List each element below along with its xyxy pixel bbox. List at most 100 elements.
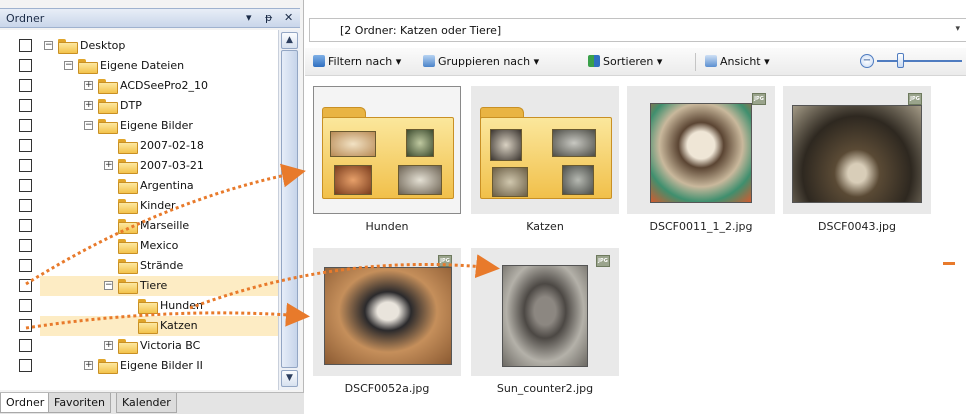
thumbnail-item[interactable]: Katzen xyxy=(471,86,619,246)
folder-checkbox[interactable] xyxy=(19,119,32,132)
folder-checkbox[interactable] xyxy=(19,59,32,72)
thumbnail-item[interactable]: JPG Sun_counter2.jpg xyxy=(471,248,619,408)
collapse-icon[interactable]: − xyxy=(104,281,113,290)
folder-icon xyxy=(118,279,138,294)
tree-item[interactable]: 2007-02-18 xyxy=(40,136,278,156)
folder-checkbox[interactable] xyxy=(19,199,32,212)
tree-item[interactable]: − Eigene Bilder xyxy=(40,116,278,136)
folder-checkbox[interactable] xyxy=(19,139,32,152)
collapse-icon[interactable]: − xyxy=(64,61,73,70)
group-dropdown-icon: ▾ xyxy=(533,55,540,68)
tree-item[interactable]: + DTP xyxy=(40,96,278,116)
folder-icon xyxy=(118,139,138,154)
tree-item[interactable]: Marseille xyxy=(40,216,278,236)
thumbnail-name: Katzen xyxy=(526,220,564,233)
tab-kalender[interactable]: Kalender xyxy=(116,393,177,413)
tree-item[interactable]: Katzen xyxy=(40,316,278,336)
jpg-badge-icon: JPG xyxy=(908,93,922,105)
folder-checkbox[interactable] xyxy=(19,159,32,172)
group-button[interactable]: Gruppieren nach ▾ xyxy=(423,55,539,68)
view-label: Ansicht xyxy=(720,55,761,68)
folder-checkbox[interactable] xyxy=(19,319,32,332)
expand-icon[interactable]: + xyxy=(104,341,113,350)
tree-item[interactable]: Hunden xyxy=(40,296,278,316)
expand-icon[interactable]: + xyxy=(84,361,93,370)
folder-checkbox[interactable] xyxy=(19,279,32,292)
pane-header: Ordner ▾ ᵽ ✕ xyxy=(0,8,300,28)
folder-icon xyxy=(118,199,138,214)
path-dropdown-icon[interactable]: ▾ xyxy=(955,24,960,34)
folder-icon xyxy=(98,119,118,134)
thumbnail-frame: JPG xyxy=(471,248,619,376)
zoom-out-icon[interactable]: − xyxy=(860,54,874,68)
expand-icon[interactable]: + xyxy=(104,161,113,170)
thumbnail-item[interactable]: JPG DSCF0043.jpg xyxy=(783,86,931,246)
folder-checkbox[interactable] xyxy=(19,299,32,312)
thumbnail-frame: JPG xyxy=(627,86,775,214)
zoom-slider-track[interactable] xyxy=(877,60,962,62)
filter-button[interactable]: Filtern nach ▾ xyxy=(313,55,401,68)
thumbnail-name: DSCF0011_1_2.jpg xyxy=(649,220,753,233)
folder-checkbox[interactable] xyxy=(19,239,32,252)
thumbnail-frame xyxy=(313,86,461,214)
folder-icon xyxy=(118,219,138,234)
tree-item[interactable]: − Eigene Dateien xyxy=(40,56,278,76)
sort-button[interactable]: Sortieren ▾ xyxy=(588,55,662,68)
folder-icon xyxy=(78,59,98,74)
tree-item[interactable]: +2007-03-21 xyxy=(40,156,278,176)
zoom-slider-thumb[interactable] xyxy=(897,53,904,68)
tree-item[interactable]: Kinder xyxy=(40,196,278,216)
folder-checkbox[interactable] xyxy=(19,259,32,272)
thumbnail-item[interactable]: Hunden xyxy=(313,86,461,246)
tree-item-label: Katzen xyxy=(160,319,198,332)
tab-favoriten[interactable]: Favoriten xyxy=(48,393,111,413)
tree-item-label: Hunden xyxy=(160,299,203,312)
thumbnail-name: Hunden xyxy=(365,220,409,233)
path-bar[interactable]: [2 Ordner: Katzen oder Tiere] ▾ xyxy=(309,18,966,42)
tree-item[interactable]: Argentina xyxy=(40,176,278,196)
thumbnail-item[interactable]: JPG DSCF0052a.jpg xyxy=(313,248,461,408)
expand-icon[interactable]: + xyxy=(84,81,93,90)
tree-item[interactable]: + Eigene Bilder II xyxy=(40,356,278,376)
folder-icon xyxy=(98,359,118,374)
collapse-icon[interactable]: − xyxy=(44,41,53,50)
view-button[interactable]: Ansicht ▾ xyxy=(705,55,770,68)
tree-item-label: Eigene Bilder xyxy=(120,119,193,132)
scroll-thumb[interactable] xyxy=(281,50,298,368)
tree-item-label: Mexico xyxy=(140,239,179,252)
folder-checkbox[interactable] xyxy=(19,79,32,92)
tree-item[interactable]: + Victoria BC xyxy=(40,336,278,356)
thumbnail-frame: JPG xyxy=(313,248,461,376)
collapse-icon[interactable]: − xyxy=(84,121,93,130)
folder-checkbox[interactable] xyxy=(19,99,32,112)
tree-item-label: DTP xyxy=(120,99,142,112)
folder-checkbox[interactable] xyxy=(19,359,32,372)
tree-item[interactable]: + ACDSeePro2_10 xyxy=(40,76,278,96)
folders-pane: Ordner ▾ ᵽ ✕ − Desktop − Eigene Dateien + ACD… xyxy=(0,0,304,414)
expand-icon[interactable]: + xyxy=(84,101,93,110)
tree-item-label: Desktop xyxy=(80,39,126,52)
tree-item[interactable]: Mexico xyxy=(40,236,278,256)
folder-checkbox[interactable] xyxy=(19,339,32,352)
folder-checkbox[interactable] xyxy=(19,179,32,192)
tab-ordner[interactable]: Ordner xyxy=(0,393,51,413)
scroll-up-icon[interactable]: ▲ xyxy=(281,32,298,49)
thumbnail-item[interactable]: JPG DSCF0011_1_2.jpg xyxy=(627,86,775,246)
folder-tree: − Desktop − Eigene Dateien + ACDSeePro2_10 + DT… xyxy=(40,30,278,390)
pane-menu-icon[interactable]: ▾ xyxy=(246,11,252,24)
close-icon[interactable]: ✕ xyxy=(284,11,293,24)
scroll-down-icon[interactable]: ▼ xyxy=(281,370,298,387)
thumbnail-frame xyxy=(471,86,619,214)
folder-icon xyxy=(118,339,138,354)
tree-scrollbar[interactable]: ▲ ▼ xyxy=(278,30,300,390)
folder-checkbox[interactable] xyxy=(19,219,32,232)
pin-icon[interactable]: ᵽ xyxy=(265,11,272,24)
thumbnail-frame: JPG xyxy=(783,86,931,214)
path-text: [2 Ordner: Katzen oder Tiere] xyxy=(340,24,502,37)
tree-item[interactable]: − Tiere xyxy=(40,276,278,296)
tree-item[interactable]: Strände xyxy=(40,256,278,276)
filter-dropdown-icon: ▾ xyxy=(395,55,402,68)
folder-icon xyxy=(118,259,138,274)
tree-item[interactable]: − Desktop xyxy=(40,36,278,56)
folder-checkbox[interactable] xyxy=(19,39,32,52)
